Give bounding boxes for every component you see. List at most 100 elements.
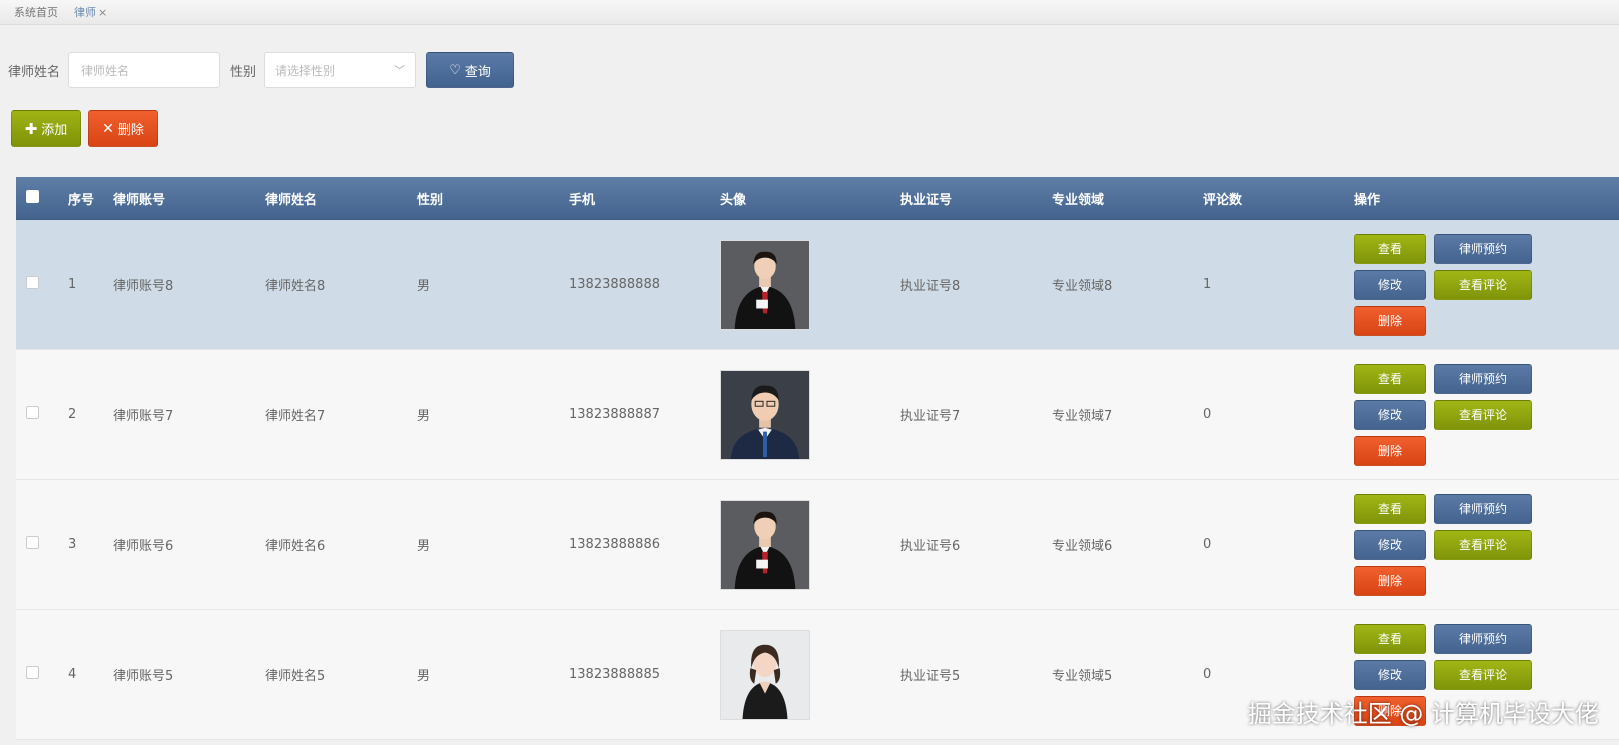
row-comments: 0 <box>1203 537 1212 552</box>
reserve-button[interactable]: 律师预约 <box>1434 493 1532 524</box>
row-account: 律师账号7 <box>113 409 174 424</box>
row-index: 2 <box>68 407 77 422</box>
row-field: 专业领域8 <box>1052 279 1113 294</box>
query-button[interactable]: ♡ 查询 <box>426 52 515 88</box>
header-sex: 性别 <box>417 192 444 208</box>
row-name: 律师姓名6 <box>265 539 326 554</box>
row-ops: 查看 律师预约 修改 查看评论 删除 <box>1354 493 1609 596</box>
row-license: 执业证号6 <box>900 539 961 554</box>
edit-button[interactable]: 修改 <box>1354 529 1426 560</box>
select-all-checkbox[interactable] <box>26 189 39 203</box>
tab-lawyer-label: 律师 <box>74 6 96 19</box>
edit-button[interactable]: 修改 <box>1354 399 1426 430</box>
row-index: 1 <box>68 277 77 292</box>
avatar-image <box>720 499 810 590</box>
row-account: 律师账号6 <box>113 539 174 554</box>
row-avatar <box>720 239 900 330</box>
row-name: 律师姓名8 <box>265 279 326 294</box>
tab-lawyer[interactable]: 律师 × <box>74 4 107 20</box>
row-comments: 0 <box>1203 667 1212 682</box>
view-comments-button[interactable]: 查看评论 <box>1434 399 1532 430</box>
table-row[interactable]: 3 律师账号6 律师姓名6 男 13823888886 执业证号6 专业领域6 0 查看 律师预约… <box>16 480 1619 610</box>
view-comments-button[interactable]: 查看评论 <box>1434 659 1532 690</box>
row-checkbox[interactable] <box>26 406 39 419</box>
row-field: 专业领域5 <box>1052 669 1113 684</box>
row-avatar <box>720 369 900 460</box>
row-delete-button[interactable]: 删除 <box>1354 565 1426 596</box>
edit-button[interactable]: 修改 <box>1354 269 1426 300</box>
header-index: 序号 <box>68 192 95 208</box>
row-checkbox-cell <box>16 536 68 553</box>
row-checkbox[interactable] <box>26 536 39 549</box>
row-avatar <box>720 499 900 590</box>
reserve-button[interactable]: 律师预约 <box>1434 363 1532 394</box>
row-license: 执业证号7 <box>900 409 961 424</box>
tab-home[interactable]: 系统首页 <box>14 4 58 20</box>
row-delete-button[interactable]: 删除 <box>1354 435 1426 466</box>
row-ops: 查看 律师预约 修改 查看评论 删除 <box>1354 363 1609 466</box>
view-button[interactable]: 查看 <box>1354 363 1426 394</box>
row-index: 4 <box>68 667 77 682</box>
row-comments: 1 <box>1203 277 1212 292</box>
row-checkbox[interactable] <box>26 276 39 289</box>
row-index: 3 <box>68 537 77 552</box>
table-body: 1 律师账号8 律师姓名8 男 13823888888 执业证号8 专业领域8 1 查看 律师预约… <box>16 220 1619 740</box>
reserve-button[interactable]: 律师预约 <box>1434 233 1532 264</box>
header-comments: 评论数 <box>1203 192 1243 208</box>
lawyer-table: 序号 律师账号 律师姓名 性别 手机 头像 执业证号 专业领域 评论数 操作 1… <box>16 177 1619 740</box>
edit-button[interactable]: 修改 <box>1354 659 1426 690</box>
table-row[interactable]: 2 律师账号7 律师姓名7 男 13823888887 执业证号7 专业领域7 0 查看 律师预约… <box>16 350 1619 480</box>
name-search-input[interactable]: 律师姓名 <box>68 52 221 88</box>
watermark: 掘金技术社区 @ 计算机毕设大佬 <box>1247 700 1599 728</box>
add-button[interactable]: ✚ 添加 <box>11 110 81 147</box>
name-label: 律师姓名 <box>8 64 61 80</box>
avatar-image <box>720 239 810 330</box>
row-sex: 男 <box>417 409 431 424</box>
add-label: 添加 <box>41 123 68 138</box>
search-bar: 律师姓名 律师姓名 性别 请选择性别 ﹀ ♡ 查询 <box>8 52 515 88</box>
tab-home-label: 系统首页 <box>14 6 58 19</box>
header-ops: 操作 <box>1354 192 1381 208</box>
row-checkbox[interactable] <box>26 666 39 679</box>
row-license: 执业证号8 <box>900 279 961 294</box>
row-field: 专业领域6 <box>1052 539 1113 554</box>
delete-label: 删除 <box>117 123 144 138</box>
view-button[interactable]: 查看 <box>1354 233 1426 264</box>
avatar-image <box>720 629 810 720</box>
header-license: 执业证号 <box>900 192 953 208</box>
view-button[interactable]: 查看 <box>1354 493 1426 524</box>
tab-bar: 系统首页 律师 × <box>0 0 1619 25</box>
close-icon[interactable]: × <box>98 6 107 19</box>
sex-select-placeholder: 请选择性别 <box>275 63 336 78</box>
avatar-image <box>720 369 810 460</box>
view-comments-button[interactable]: 查看评论 <box>1434 529 1532 560</box>
row-sex: 男 <box>417 539 431 554</box>
row-checkbox-cell <box>16 666 68 683</box>
row-account: 律师账号8 <box>113 279 174 294</box>
row-sex: 男 <box>417 279 431 294</box>
table-header: 序号 律师账号 律师姓名 性别 手机 头像 执业证号 专业领域 评论数 操作 <box>16 177 1619 220</box>
header-avatar: 头像 <box>720 192 747 208</box>
header-account: 律师账号 <box>113 192 166 208</box>
row-ops: 查看 律师预约 修改 查看评论 删除 <box>1354 233 1609 336</box>
sex-select[interactable]: 请选择性别 ﹀ <box>264 52 417 88</box>
reserve-button[interactable]: 律师预约 <box>1434 623 1532 654</box>
row-name: 律师姓名5 <box>265 669 326 684</box>
row-name: 律师姓名7 <box>265 409 326 424</box>
row-avatar <box>720 629 900 720</box>
row-field: 专业领域7 <box>1052 409 1113 424</box>
row-comments: 0 <box>1203 407 1212 422</box>
view-comments-button[interactable]: 查看评论 <box>1434 269 1532 300</box>
row-checkbox-cell <box>16 406 68 423</box>
view-button[interactable]: 查看 <box>1354 623 1426 654</box>
table-row[interactable]: 1 律师账号8 律师姓名8 男 13823888888 执业证号8 专业领域8 1 查看 律师预约… <box>16 220 1619 350</box>
delete-button[interactable]: ✕ 删除 <box>88 110 158 147</box>
chevron-down-icon: ﹀ <box>394 64 406 77</box>
row-phone: 13823888887 <box>569 407 660 422</box>
header-name: 律师姓名 <box>265 192 318 208</box>
row-checkbox-cell <box>16 276 68 293</box>
sex-label: 性别 <box>230 64 257 80</box>
query-label: 查询 <box>464 64 491 80</box>
row-delete-button[interactable]: 删除 <box>1354 305 1426 336</box>
close-icon: ✕ <box>102 120 114 137</box>
